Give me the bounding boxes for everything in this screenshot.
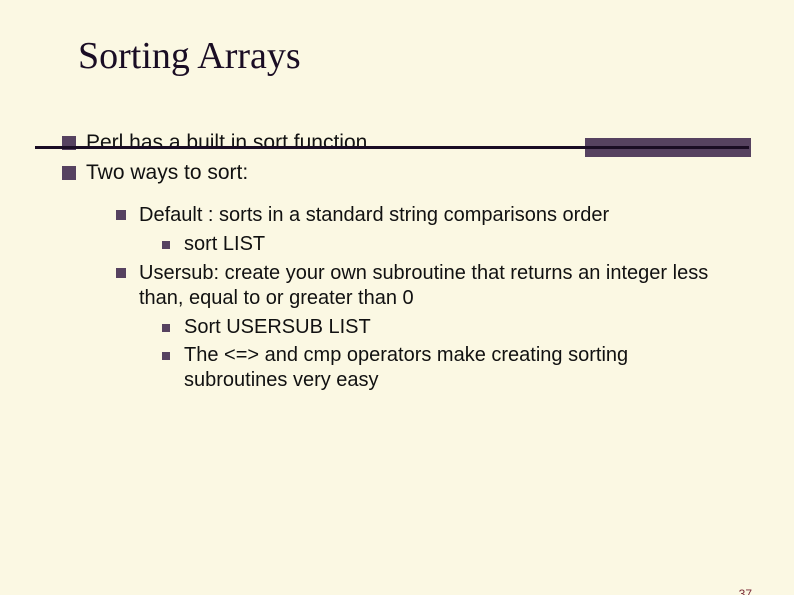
bullet-level1: Two ways to sort: <box>62 160 794 186</box>
slide-content: Perl has a built in sort function Two wa… <box>62 130 794 393</box>
slide: Sorting Arrays Perl has a built in sort … <box>0 34 794 595</box>
bullet-text: Usersub: create your own subroutine that… <box>139 261 729 311</box>
square-bullet-icon <box>162 352 170 360</box>
bullet-level3: sort LIST <box>162 232 794 257</box>
bullet-text: The <=> and cmp operators make creating … <box>184 343 714 393</box>
title-rule <box>35 146 749 149</box>
bullet-level3: Sort USERSUB LIST <box>162 315 794 340</box>
bullet-level2: Default : sorts in a standard string com… <box>116 203 794 228</box>
square-bullet-icon <box>116 268 126 278</box>
bullet-text: Sort USERSUB LIST <box>184 315 371 340</box>
bullet-level3-group: sort LIST <box>162 232 794 257</box>
bullet-text: Two ways to sort: <box>86 160 248 186</box>
square-bullet-icon <box>116 210 126 220</box>
bullet-level3: The <=> and cmp operators make creating … <box>162 343 794 393</box>
bullet-level2: Usersub: create your own subroutine that… <box>116 261 794 311</box>
square-bullet-icon <box>162 324 170 332</box>
square-bullet-icon <box>162 241 170 249</box>
bullet-level2-group: Default : sorts in a standard string com… <box>116 203 794 393</box>
page-number: 37 <box>739 587 752 595</box>
square-bullet-icon <box>62 166 76 180</box>
bullet-text: Default : sorts in a standard string com… <box>139 203 609 228</box>
bullet-text: Perl has a built in sort function <box>86 130 367 156</box>
bullet-text: sort LIST <box>184 232 265 257</box>
slide-title: Sorting Arrays <box>78 34 794 78</box>
bullet-level3-group: Sort USERSUB LIST The <=> and cmp operat… <box>162 315 794 393</box>
